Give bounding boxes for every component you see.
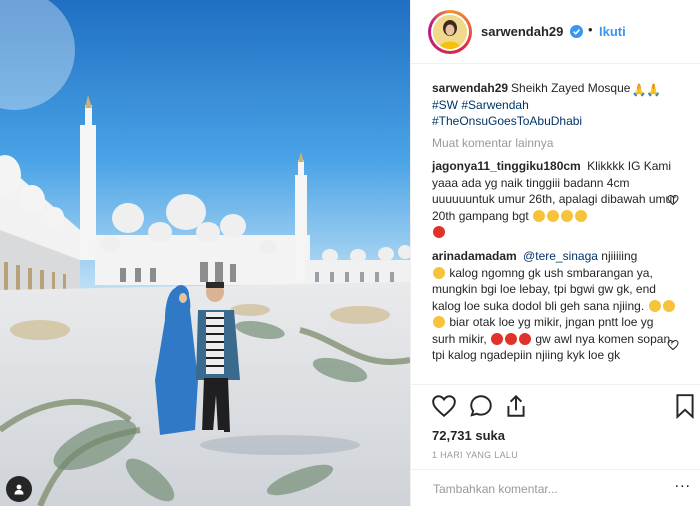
header-separator: • (588, 22, 593, 37)
post-actions: 72,731 suka 1 HARI YANG LALU ... (411, 384, 700, 506)
caption-username-link[interactable]: sarwendah29 (432, 81, 508, 95)
mention-link[interactable]: @tere_sinaga (523, 249, 598, 263)
comment-item: arinadamadam @tere_sinaga njiiiiing kalo… (432, 248, 677, 364)
emoji-icon (433, 226, 445, 238)
verified-badge-icon (570, 25, 583, 38)
emoji-icon (433, 266, 445, 279)
mosque-photo-image (0, 0, 410, 506)
comment-text: kalog ngomng gk ush smbarangan ya, mungk… (432, 265, 656, 313)
header-username-link[interactable]: sarwendah29 (481, 24, 563, 39)
post-header: sarwendah29 • Ikuti (411, 0, 700, 64)
emoji-icon (433, 316, 445, 328)
heart-icon[interactable] (431, 393, 457, 419)
comment-item: jagonya11_tinggiku180cm Klikkkk IG Kami … (432, 158, 677, 241)
user-tag-button[interactable] (6, 476, 32, 502)
more-options-button[interactable]: ... (675, 474, 691, 492)
emoji-icon (505, 332, 518, 345)
comment-input[interactable] (431, 478, 655, 500)
follow-button[interactable]: Ikuti (599, 24, 626, 39)
pray-emoji-icon: 🙏🙏 (631, 83, 662, 97)
emoji-icon (575, 209, 588, 222)
avatar-photo (433, 15, 467, 49)
user-tag-icon (14, 484, 24, 495)
comment-icon[interactable] (468, 393, 494, 419)
emoji-icon (547, 209, 560, 222)
comment-username-link[interactable]: arinadamadam (432, 249, 517, 263)
emoji-icon (648, 299, 661, 312)
post-photo[interactable] (0, 0, 410, 506)
avatar-frame (431, 13, 469, 51)
comment-like-heart-icon[interactable] (667, 194, 679, 206)
post-side-panel: sarwendah29 • Ikuti sarwendah29 Sheikh Za… (410, 0, 700, 506)
comment-text: njiiiiing (601, 249, 638, 263)
add-comment-bar: ... (411, 469, 700, 507)
bookmark-icon[interactable] (672, 393, 698, 419)
hashtag-link[interactable]: #SW (432, 98, 458, 112)
load-more-comments-link[interactable]: Muat komentar lainnya (432, 136, 553, 150)
emoji-icon (662, 299, 675, 312)
comment-like-heart-icon[interactable] (667, 339, 679, 351)
profile-avatar[interactable] (428, 10, 472, 54)
comment-username-link[interactable]: jagonya11_tinggiku180cm (432, 159, 581, 173)
emoji-icon (519, 332, 532, 345)
likes-count[interactable]: 72,731 suka (432, 428, 505, 443)
emoji-icon (533, 209, 546, 222)
comments-section[interactable]: sarwendah29 Sheikh Zayed Mosque🙏🙏 #SW #Sa… (411, 64, 700, 384)
post-timestamp[interactable]: 1 HARI YANG LALU (432, 450, 518, 460)
hashtag-link[interactable]: #Sarwendah (461, 98, 528, 112)
hashtag-link[interactable]: #TheOnsuGoesToAbuDhabi (432, 114, 582, 128)
caption-text: Sheikh Zayed Mosque (511, 81, 631, 95)
post-caption: sarwendah29 Sheikh Zayed Mosque🙏🙏 #SW #Sa… (432, 80, 677, 130)
emoji-icon (491, 332, 504, 345)
share-icon[interactable] (503, 393, 529, 419)
emoji-icon (561, 209, 574, 222)
